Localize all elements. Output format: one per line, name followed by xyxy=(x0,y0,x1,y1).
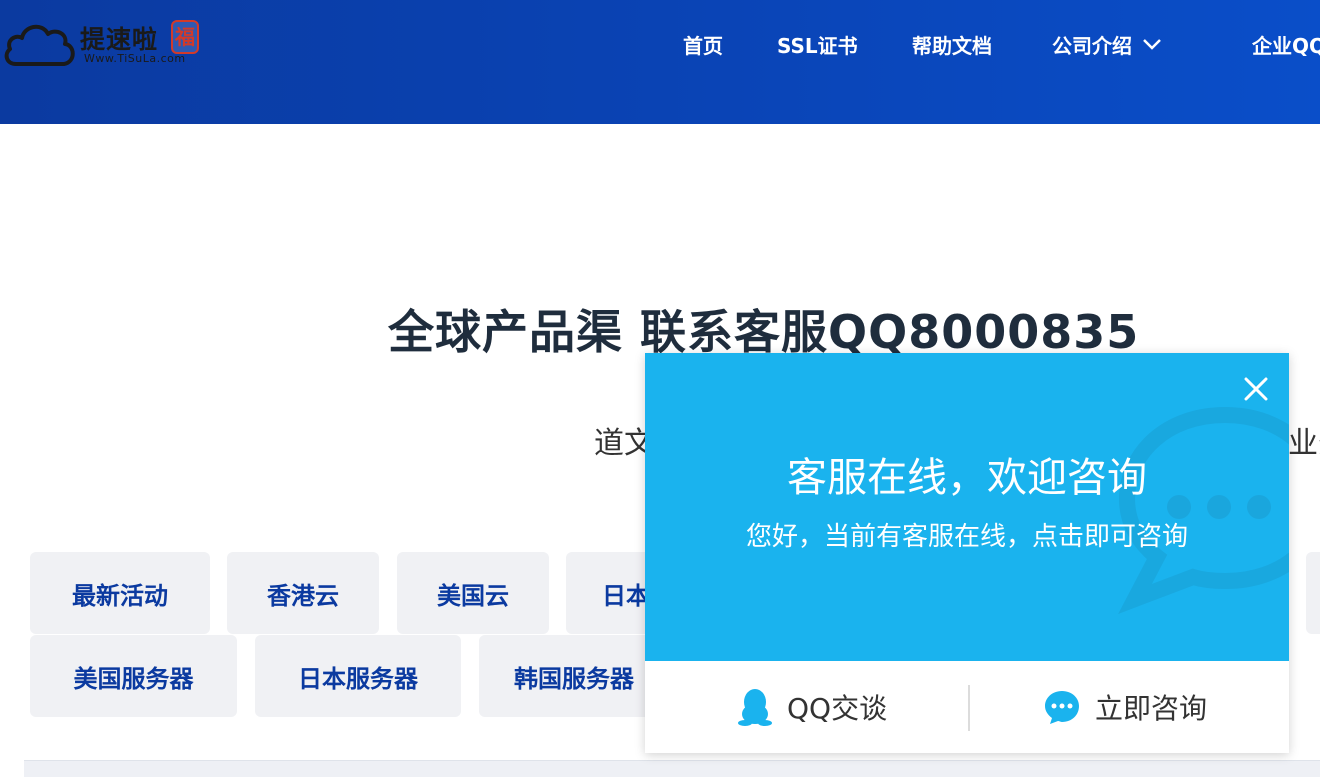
logo-text: 提速啦 xyxy=(80,25,159,54)
chat-popup-actions: QQ交谈 立即咨询 xyxy=(645,661,1289,753)
site-header: 提速啦 Www.TiSuLa.com 福 首页 SSL证书 帮助文档 公司介绍 … xyxy=(0,0,1320,124)
nav-item-enterprise-qq[interactable]: 企业QQ xyxy=(1252,30,1320,59)
nav-item-company[interactable]: 公司介绍 xyxy=(1052,30,1162,59)
popup-description: 您好，当前有客服在线，点击即可咨询 xyxy=(745,522,1188,552)
content-panel xyxy=(24,760,1320,777)
qq-chat-label: QQ交谈 xyxy=(787,692,888,725)
divider xyxy=(968,685,970,731)
chat-bubble-icon xyxy=(1045,691,1079,724)
popup-title: 客服在线，欢迎咨询 xyxy=(787,455,1147,501)
chat-bubble-watermark-icon xyxy=(1118,406,1289,614)
hero-subtitle-right: 业务 xyxy=(1288,426,1320,461)
logo-url: Www.TiSuLa.com xyxy=(84,52,186,65)
qq-penguin-icon xyxy=(738,689,772,726)
tab-hongkong-cloud[interactable]: 香港云 xyxy=(227,552,379,634)
site-logo[interactable]: 提速啦 Www.TiSuLa.com 福 xyxy=(0,12,200,72)
nav-item-ssl[interactable]: SSL证书 xyxy=(777,30,858,59)
nav-item-home[interactable]: 首页 xyxy=(683,30,723,59)
chat-popup: 客服在线，欢迎咨询 您好，当前有客服在线，点击即可咨询 QQ交谈 立即咨询 xyxy=(645,353,1289,753)
consult-now-label: 立即咨询 xyxy=(1095,692,1208,725)
tab-japan-server[interactable]: 日本服务器 xyxy=(255,635,461,717)
logo-seal: 福 xyxy=(171,20,199,54)
tab-us-cloud[interactable]: 美国云 xyxy=(397,552,549,634)
consult-now-button[interactable]: 立即咨询 xyxy=(1043,661,1207,753)
tab-latest-events[interactable]: 最新活动 xyxy=(30,552,210,634)
tab-partial-right[interactable] xyxy=(1306,552,1320,634)
close-icon[interactable] xyxy=(1240,373,1272,405)
qq-chat-button[interactable]: QQ交谈 xyxy=(737,661,887,753)
cloud-logo-icon xyxy=(4,24,75,66)
nav-item-help-docs[interactable]: 帮助文档 xyxy=(912,30,992,59)
chevron-down-icon xyxy=(1143,39,1161,50)
tab-us-server[interactable]: 美国服务器 xyxy=(30,635,237,717)
nav-item-company-label: 公司介绍 xyxy=(1052,34,1132,58)
chat-popup-header: 客服在线，欢迎咨询 您好，当前有客服在线，点击即可咨询 xyxy=(645,353,1289,661)
